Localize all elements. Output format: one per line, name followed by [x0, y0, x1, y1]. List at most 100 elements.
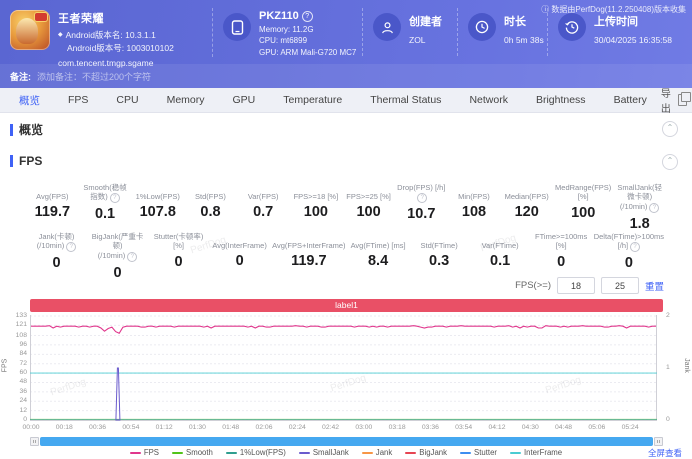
app-name: 王者荣耀 — [58, 13, 104, 25]
legend-marker — [129, 451, 141, 454]
tab-battery[interactable]: Battery — [600, 94, 661, 106]
tab-brightness[interactable]: Brightness — [522, 94, 600, 106]
tab-network[interactable]: Network — [455, 94, 522, 106]
x-axis-tick: 03:36 — [421, 424, 439, 431]
stat-label: Smooth(稳帧指数)? — [83, 183, 127, 204]
stat-value: 107.8 — [139, 204, 176, 220]
x-axis-tick: 01:48 — [222, 424, 240, 431]
person-icon — [373, 13, 401, 41]
fps-chart-plot[interactable] — [30, 315, 657, 421]
legend-item-fps[interactable]: FPS — [129, 448, 159, 457]
help-icon[interactable]: ? — [109, 193, 120, 204]
metric-tabbar: 概览 FPS CPU Memory GPU Temperature Thermal Stat… — [0, 85, 692, 115]
left-axis-tick: 0 — [23, 416, 27, 423]
tab-概览[interactable]: 概览 — [5, 93, 54, 108]
device-info-icon[interactable]: ? — [301, 11, 313, 22]
left-axis-tick: 72 — [19, 359, 27, 367]
fps-threshold-min-input[interactable] — [556, 277, 595, 294]
fps-stats-row-2: Jank(卡顿) (/10min)? 0 BigJank(严重卡顿) (/10min)?… — [26, 232, 666, 281]
stat-cell: SmallJank(轻微卡顿) (/10min)? 1.8 — [613, 183, 666, 232]
stat-label: Var(FTime) — [481, 240, 519, 250]
phone-icon — [223, 13, 251, 41]
stat-label: MedRange(FPS)[%] — [555, 183, 612, 202]
reset-link[interactable]: 重置 — [645, 279, 664, 293]
legend-label: 1%Low(FPS) — [239, 448, 286, 457]
header-banner: ⓘ 数据由PerfDog(11.2.250408)版本收集 王者荣耀 ◆ Andr… — [0, 0, 692, 88]
stat-value: 0.1 — [94, 206, 116, 223]
legend-item-1-low-fps-[interactable]: 1%Low(FPS) — [225, 448, 286, 457]
stat-cell: FPS>=18 [%] 100 — [290, 183, 343, 232]
stat-value: 119.7 — [34, 204, 71, 220]
help-icon[interactable]: ? — [127, 251, 138, 262]
fps-stats-row-1: Avg(FPS) 119.7 Smooth(稳帧指数)? 0.1 1%Low(FPS) 1… — [26, 183, 666, 232]
legend-marker — [172, 451, 184, 454]
stat-label: 1%Low(FPS) — [135, 191, 180, 201]
tab-memory[interactable]: Memory — [153, 94, 219, 106]
duration-value: 0h 5m 38s — [504, 35, 544, 45]
stat-label: Avg(FPS) — [36, 191, 69, 201]
chart-label-banner: label1 — [30, 299, 663, 312]
stat-value: 119.7 — [291, 253, 327, 269]
stat-cell: Var(FPS) 0.7 — [237, 183, 290, 232]
note-label: 备注: — [10, 71, 31, 82]
stat-value: 0.7 — [253, 204, 274, 220]
legend-item-smooth[interactable]: Smooth — [172, 448, 213, 457]
tab-cpu[interactable]: CPU — [102, 94, 152, 106]
stat-label: Avg(FPS+InterFrame) — [272, 240, 346, 250]
tab-thermal-status[interactable]: Thermal Status — [356, 94, 455, 106]
legend-item-interframe[interactable]: InterFrame — [510, 448, 562, 457]
stat-value: 0.8 — [200, 204, 221, 220]
fps-collapse-button[interactable]: ⌃ — [662, 154, 678, 170]
left-axis-title: FPS — [1, 358, 9, 373]
stat-value: 100 — [571, 204, 596, 221]
legend-marker — [405, 451, 417, 454]
stat-value: 10.7 — [407, 206, 436, 223]
scrollbar-right-handle[interactable] — [654, 437, 663, 446]
help-icon[interactable]: ? — [630, 242, 641, 253]
stat-value: 0 — [624, 255, 633, 272]
perfdog-report-page: ⓘ 数据由PerfDog(11.2.250408)版本收集 王者荣耀 ◆ Andr… — [0, 0, 692, 459]
fps-section-title: FPS — [10, 154, 42, 168]
stat-cell: Avg(FPS+InterFrame) 119.7 — [270, 232, 347, 281]
x-axis-tick: 03:00 — [355, 424, 373, 431]
tab-temperature[interactable]: Temperature — [269, 94, 356, 106]
help-icon[interactable]: ? — [417, 193, 428, 204]
fps-threshold-max-input[interactable] — [600, 277, 639, 294]
fullscreen-link[interactable]: 全屏查看 — [648, 447, 682, 459]
stat-cell: Drop(FPS) [/h]? 10.7 — [395, 183, 448, 232]
app-info: 王者荣耀 ◆ Android版本名: 10.3.1.1 Android版本号: 1… — [0, 8, 212, 68]
legend-label: Smooth — [186, 448, 213, 457]
left-axis-tick: 24 — [19, 397, 27, 405]
note-bar[interactable]: 备注: 添加备注：不超过200个字符 — [0, 64, 692, 88]
legend-label: Jank — [375, 448, 393, 457]
legend-item-bigjank[interactable]: BigJank — [405, 448, 447, 457]
device-gpu: GPU: ARM Mali-G720 MC7 — [259, 47, 357, 57]
legend-item-jank[interactable]: Jank — [361, 448, 393, 457]
legend-marker — [510, 451, 521, 454]
help-icon[interactable]: ? — [66, 242, 77, 253]
help-icon[interactable]: ? — [649, 202, 660, 213]
tab-fps[interactable]: FPS — [54, 94, 102, 106]
export-icon — [678, 92, 691, 106]
right-axis-tick: 2 — [666, 312, 670, 319]
overview-collapse-button[interactable]: ⌃ — [662, 121, 678, 137]
x-axis-tick: 02:42 — [322, 424, 340, 431]
stat-label: Delta(FTime)>100ms [/h]? — [593, 232, 665, 253]
left-axis-tick: 133 — [15, 312, 27, 319]
scrollbar-left-handle[interactable] — [30, 437, 39, 446]
chart-scrollbar[interactable] — [30, 437, 663, 446]
legend-item-smalljank[interactable]: SmallJank — [298, 448, 349, 457]
tab-gpu[interactable]: GPU — [219, 94, 270, 106]
stat-value: 0 — [235, 253, 244, 269]
stat-cell: Stutter(卡顿率) [%] 0 — [148, 232, 209, 281]
stat-cell: FPS>=25 [%] 100 — [342, 183, 395, 232]
legend-item-stutter[interactable]: Stutter — [460, 448, 497, 457]
stat-value: 8.4 — [367, 253, 389, 269]
left-axis-tick: 108 — [15, 331, 27, 339]
upload-time-value: 30/04/2025 16:35:58 — [594, 35, 672, 45]
x-axis-tick: 02:06 — [255, 424, 273, 431]
export-button[interactable]: 导出 — [661, 85, 691, 115]
scrollbar-track[interactable] — [40, 437, 653, 446]
stat-label: SmallJank(轻微卡顿) (/10min)? — [617, 183, 662, 213]
creator-value: ZOL — [409, 35, 426, 45]
